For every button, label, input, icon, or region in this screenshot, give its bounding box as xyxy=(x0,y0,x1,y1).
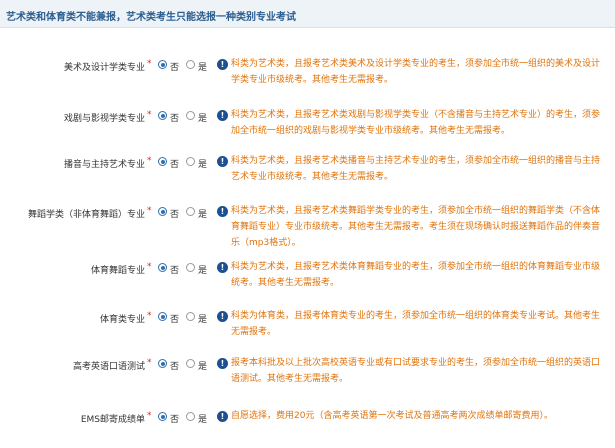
radio-no-label[interactable]: 否 xyxy=(170,207,179,220)
field-note: 科类为艺术类，且报考艺术类播音与主持艺术专业的考生，须参加全市统一组织的播音与主… xyxy=(231,156,601,182)
radio-no[interactable] xyxy=(158,359,167,368)
radio-yes[interactable] xyxy=(186,312,195,321)
radio-no[interactable] xyxy=(158,207,167,216)
required-mark: * xyxy=(147,156,152,166)
info-icon: ! xyxy=(217,59,228,70)
radio-yes-label[interactable]: 是 xyxy=(198,111,207,124)
required-mark: * xyxy=(147,110,152,120)
required-mark: * xyxy=(147,411,152,421)
form-row: 戏剧与影视学类专业 * 否 是! 科类为艺术类，且报考艺术类戏剧与影视学类专业（不含播音… xyxy=(0,107,615,136)
radio-yes-label[interactable]: 是 xyxy=(198,412,207,425)
required-mark: * xyxy=(147,59,152,69)
form-row: 播音与主持艺术专业 * 否 是! 科类为艺术类，且报考艺术类播音与主持艺术专业的考生，须… xyxy=(0,153,615,182)
field-note: 科类为艺术类，且报考艺术类体育舞蹈专业的考生，须参加全市统一组织的体育舞蹈专业市… xyxy=(231,262,601,288)
radio-no-label[interactable]: 否 xyxy=(170,312,179,325)
info-icon: ! xyxy=(217,110,228,121)
radio-no-label[interactable]: 否 xyxy=(170,263,179,276)
radio-no-label[interactable]: 否 xyxy=(170,157,179,170)
radio-yes[interactable] xyxy=(186,207,195,216)
field-label: 高考英语口语测试 xyxy=(72,362,145,372)
form-row: EMS邮寄成绩单 * 否 是! 自愿选择，费用20元（含高考英语第一次考试及普通高考两次… xyxy=(0,408,615,428)
info-icon: ! xyxy=(217,156,228,167)
required-mark: * xyxy=(147,311,152,321)
radio-no[interactable] xyxy=(158,60,167,69)
form-row: 体育类专业 * 否 是! 科类为体育类，且报考体育类专业的考生，须参加全市统一组织的体育… xyxy=(0,308,615,337)
info-icon: ! xyxy=(217,411,228,422)
radio-yes[interactable] xyxy=(186,412,195,421)
radio-yes[interactable] xyxy=(186,359,195,368)
required-mark: * xyxy=(147,358,152,368)
radio-no[interactable] xyxy=(158,111,167,120)
field-label: 体育舞蹈专业 xyxy=(90,266,145,276)
radio-no-label[interactable]: 否 xyxy=(170,111,179,124)
radio-yes-label[interactable]: 是 xyxy=(198,157,207,170)
form-row: 体育舞蹈专业 * 否 是! 科类为艺术类，且报考艺术类体育舞蹈专业的考生，须参加全市统一… xyxy=(0,259,615,288)
radio-no[interactable] xyxy=(158,312,167,321)
field-label: EMS邮寄成绩单 xyxy=(80,415,145,425)
radio-yes-label[interactable]: 是 xyxy=(198,60,207,73)
form-row: 舞蹈学类（非体育舞蹈）专业 * 否 是! 科类为艺术类，且报考艺术类舞蹈学类专业的考生，… xyxy=(0,203,615,248)
info-icon: ! xyxy=(217,311,228,322)
radio-no[interactable] xyxy=(158,412,167,421)
info-icon: ! xyxy=(217,358,228,369)
radio-no-label[interactable]: 否 xyxy=(170,359,179,372)
radio-yes[interactable] xyxy=(186,111,195,120)
field-label: 体育类专业 xyxy=(99,315,145,325)
form-row: 高考英语口语测试 * 否 是! 报考本科批及以上批次高校英语专业或有口试要求专业的考生，… xyxy=(0,355,615,384)
radio-no[interactable] xyxy=(158,157,167,166)
radio-no-label[interactable]: 否 xyxy=(170,412,179,425)
radio-yes[interactable] xyxy=(186,60,195,69)
field-note: 科类为体育类，且报考体育类专业的考生，须参加全市统一组织的体育类专业考试。其他考… xyxy=(231,311,601,337)
radio-yes-label[interactable]: 是 xyxy=(198,263,207,276)
form-row: 美术及设计学类专业 * 否 是! 科类为艺术类，且报考艺术类美术及设计学类专业的考生，须… xyxy=(0,56,615,85)
info-icon: ! xyxy=(217,206,228,217)
field-note: 科类为艺术类，且报考艺术类戏剧与影视学类专业（不含播音与主持艺术专业）的考生，须… xyxy=(231,110,601,136)
radio-yes-label[interactable]: 是 xyxy=(198,312,207,325)
section-header: 艺术类和体育类不能兼报，艺术类考生只能选报一种类别专业考试 xyxy=(0,0,615,28)
field-label: 播音与主持艺术专业 xyxy=(63,160,145,170)
required-mark: * xyxy=(147,206,152,216)
required-mark: * xyxy=(147,262,152,272)
field-label: 戏剧与影视学类专业 xyxy=(63,114,145,124)
radio-yes-label[interactable]: 是 xyxy=(198,207,207,220)
field-note: 科类为艺术类，且报考艺术类舞蹈学类专业的考生，须参加全市统一组织的舞蹈学类（不含… xyxy=(231,206,601,248)
field-note: 报考本科批及以上批次高校英语专业或有口试要求专业的考生，须参加全市统一组织的英语… xyxy=(231,358,601,384)
radio-no[interactable] xyxy=(158,263,167,272)
field-note: 科类为艺术类，且报考艺术类美术及设计学类专业的考生，须参加全市统一组织的美术及设… xyxy=(231,59,601,85)
radio-yes-label[interactable]: 是 xyxy=(198,359,207,372)
field-label: 舞蹈学类（非体育舞蹈）专业 xyxy=(27,210,145,220)
radio-no-label[interactable]: 否 xyxy=(170,60,179,73)
field-label: 美术及设计学类专业 xyxy=(63,63,145,73)
info-icon: ! xyxy=(217,262,228,273)
radio-yes[interactable] xyxy=(186,157,195,166)
field-note: 自愿选择，费用20元（含高考英语第一次考试及普通高考两次成绩单邮寄费用）。 xyxy=(231,411,553,421)
section-title: 艺术类和体育类不能兼报，艺术类考生只能选报一种类别专业考试 xyxy=(6,12,296,23)
radio-yes[interactable] xyxy=(186,263,195,272)
